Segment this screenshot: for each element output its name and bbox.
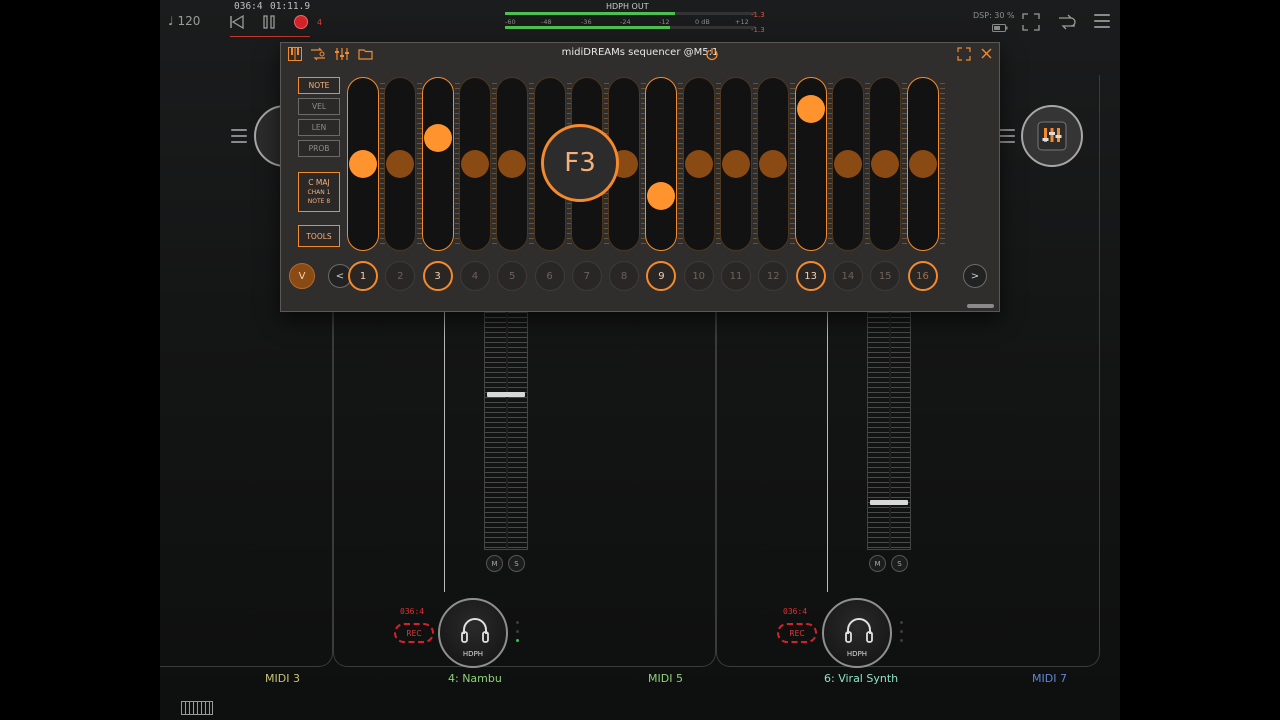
solo-button-viral-synth[interactable]: S	[891, 555, 908, 572]
step-button-3[interactable]: 3	[422, 261, 453, 291]
channel-name-midi-3[interactable]: MIDI 3	[265, 672, 300, 685]
fader-cap[interactable]	[870, 500, 908, 505]
step-button-16[interactable]: 16	[907, 261, 938, 291]
step-button-1[interactable]: 1	[348, 261, 378, 291]
step-button-5[interactable]: 5	[497, 261, 528, 291]
tools-button[interactable]: TOOLS	[298, 225, 340, 247]
strip-menu-icon[interactable]	[231, 129, 247, 147]
expand-icon[interactable]	[957, 47, 971, 61]
power-icon[interactable]	[705, 47, 719, 61]
mode-note-button[interactable]: NOTE	[298, 77, 340, 94]
mode-prob-button[interactable]: PROB	[298, 140, 340, 157]
output-meter: -60 -48 -36 -24 -12 0 dB +12	[505, 12, 755, 31]
step-button-15[interactable]: 15	[870, 261, 901, 291]
note-knob-16[interactable]	[908, 150, 937, 178]
cable-line	[827, 312, 828, 592]
note-knob-5[interactable]	[498, 150, 527, 178]
headphones-icon	[461, 618, 489, 643]
window-title: midiDREAMs sequencer @M5:1	[561, 47, 719, 58]
step-lane-9[interactable]	[645, 77, 678, 251]
step-button-14[interactable]: 14	[832, 261, 863, 291]
position-display: 036:4	[234, 1, 263, 12]
note-knob-3[interactable]	[423, 123, 452, 152]
meter-title: HDPH OUT	[606, 2, 649, 11]
fader-cap[interactable]	[487, 392, 525, 397]
scale-settings-button[interactable]: C MAJ CHAN 1 NOTE 8	[298, 172, 340, 212]
channel-name-viral-synth[interactable]: 6: Viral Synth	[824, 672, 898, 685]
step-button-6[interactable]: 6	[534, 261, 565, 291]
timeline-marker	[230, 36, 310, 37]
mode-len-button[interactable]: LEN	[298, 119, 340, 136]
step-button-7[interactable]: 7	[571, 261, 602, 291]
rec-time-viral-synth: 036:4	[783, 607, 808, 616]
step-button-2[interactable]: 2	[385, 261, 416, 291]
note-knob-15[interactable]	[871, 150, 900, 178]
step-button-11[interactable]: 11	[721, 261, 751, 291]
sequencer-window: midiDREAMs sequencer @M5:1 NOTE VEL LEN …	[280, 42, 1000, 312]
close-icon[interactable]	[980, 47, 993, 60]
channel-name-midi-7[interactable]: MIDI 7	[1032, 672, 1067, 685]
note-knob-11[interactable]	[722, 150, 750, 178]
step-lane-3[interactable]	[421, 77, 454, 251]
rec-time-nambu: 036:4	[400, 607, 425, 616]
channel-name-midi-5[interactable]: MIDI 5	[648, 672, 683, 685]
transport-bar: ♩ 120 036:4 01:11.9 4 HDPH OUT -60 -48 -…	[160, 0, 1120, 40]
next-page-button[interactable]: >	[963, 264, 987, 288]
step-button-8[interactable]: 8	[609, 261, 640, 291]
current-note-display: F3	[541, 124, 619, 202]
mute-button-nambu[interactable]: M	[486, 555, 503, 572]
scale-note-count: NOTE 8	[307, 198, 331, 205]
solo-button-nambu[interactable]: S	[508, 555, 525, 572]
lane-scale-ticks	[939, 83, 945, 245]
routing-icon[interactable]	[1057, 12, 1077, 32]
output-label: HDPH	[846, 650, 868, 658]
channel-name-nambu[interactable]: 4: Nambu	[448, 672, 502, 685]
scale-key: C MAJ	[308, 178, 330, 187]
note-knob-1[interactable]	[349, 150, 377, 178]
rec-button-nambu[interactable]: REC	[394, 623, 434, 643]
note-knob-14[interactable]	[833, 150, 862, 178]
record-count: 4	[317, 18, 323, 27]
note-knob-10[interactable]	[684, 150, 713, 178]
dsp-load: DSP: 30 %	[973, 11, 1015, 20]
status-dots	[900, 621, 903, 648]
headphones-icon	[845, 618, 873, 643]
velocity-toggle-button[interactable]: V	[289, 263, 315, 289]
output-label: HDPH	[462, 650, 484, 658]
menu-icon[interactable]	[1094, 14, 1110, 32]
fullscreen-icon[interactable]	[1022, 13, 1040, 31]
plugin-slot-right[interactable]	[1021, 105, 1083, 167]
meter-scale: -60 -48 -36 -24 -12 0 dB +12	[505, 18, 749, 26]
battery-icon	[992, 24, 1008, 32]
volume-fader-nambu[interactable]	[484, 312, 528, 550]
step-button-9[interactable]: 9	[646, 261, 677, 291]
rewind-icon[interactable]	[229, 14, 245, 30]
mute-button-viral-synth[interactable]: M	[869, 555, 886, 572]
time-display: 01:11.9	[270, 1, 311, 12]
step-button-12[interactable]: 12	[758, 261, 789, 291]
status-dots	[516, 621, 519, 648]
scale-channel: CHAN 1	[307, 188, 331, 196]
step-button-10[interactable]: 10	[683, 261, 714, 291]
mixer-plugin-icon	[1037, 121, 1067, 151]
peak-right: -1.3	[751, 26, 765, 34]
output-node-viral-synth[interactable]: HDPH	[822, 598, 892, 668]
record-icon[interactable]	[293, 14, 309, 30]
tempo-display[interactable]: ♩ 120	[168, 14, 200, 28]
cable-line	[444, 312, 445, 592]
app-window: ♩ 120 036:4 01:11.9 4 HDPH OUT -60 -48 -…	[160, 0, 1120, 720]
step-button-4[interactable]: 4	[459, 261, 490, 291]
mode-vel-button[interactable]: VEL	[298, 98, 340, 115]
rec-button-viral-synth[interactable]: REC	[777, 623, 817, 643]
volume-fader-viral-synth[interactable]	[867, 312, 911, 550]
keyboard-icon[interactable]	[181, 701, 213, 715]
note-knob-4[interactable]	[460, 150, 489, 178]
strip-menu-icon-right[interactable]	[999, 129, 1015, 147]
note-knob-13[interactable]	[796, 94, 825, 123]
peak-left: -1.3	[751, 11, 765, 19]
output-node-nambu[interactable]: HDPH	[438, 598, 508, 668]
step-button-13[interactable]: 13	[795, 261, 826, 291]
resize-handle[interactable]	[967, 304, 994, 308]
pause-icon[interactable]	[261, 14, 277, 30]
